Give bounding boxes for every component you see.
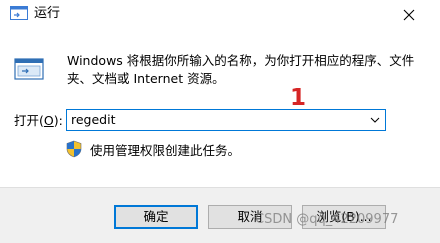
close-button[interactable] xyxy=(394,0,424,29)
open-combobox[interactable]: regedit xyxy=(66,109,386,131)
watermark: CSDN @qq_42209977 xyxy=(255,212,399,227)
description-text: Windows 将根据你所输入的名称，为你打开相应的程序、文件夹、文档或 Int… xyxy=(67,53,415,86)
run-dialog: 运行 Windows 将根据你所输入的名称，为你打开相应的程序、文件夹、文档或 … xyxy=(0,0,440,243)
shield-icon xyxy=(66,140,82,158)
run-window-icon xyxy=(14,58,44,80)
close-icon xyxy=(403,9,415,20)
ok-button[interactable]: 确定 xyxy=(114,205,198,229)
open-label-suffix: ): xyxy=(53,113,63,128)
admin-notice-text: 使用管理权限创建此任务。 xyxy=(90,143,241,158)
open-input[interactable]: regedit xyxy=(71,112,116,128)
open-label-accelerator: O xyxy=(43,113,54,128)
open-label: 打开(O): xyxy=(14,113,63,129)
annotation-number: 1 xyxy=(290,85,307,111)
window-title: 运行 xyxy=(34,6,61,21)
open-label-prefix: 打开( xyxy=(14,113,44,128)
title-bar: 运行 xyxy=(0,0,440,29)
chevron-down-icon[interactable] xyxy=(370,116,380,124)
run-app-icon xyxy=(10,6,28,20)
